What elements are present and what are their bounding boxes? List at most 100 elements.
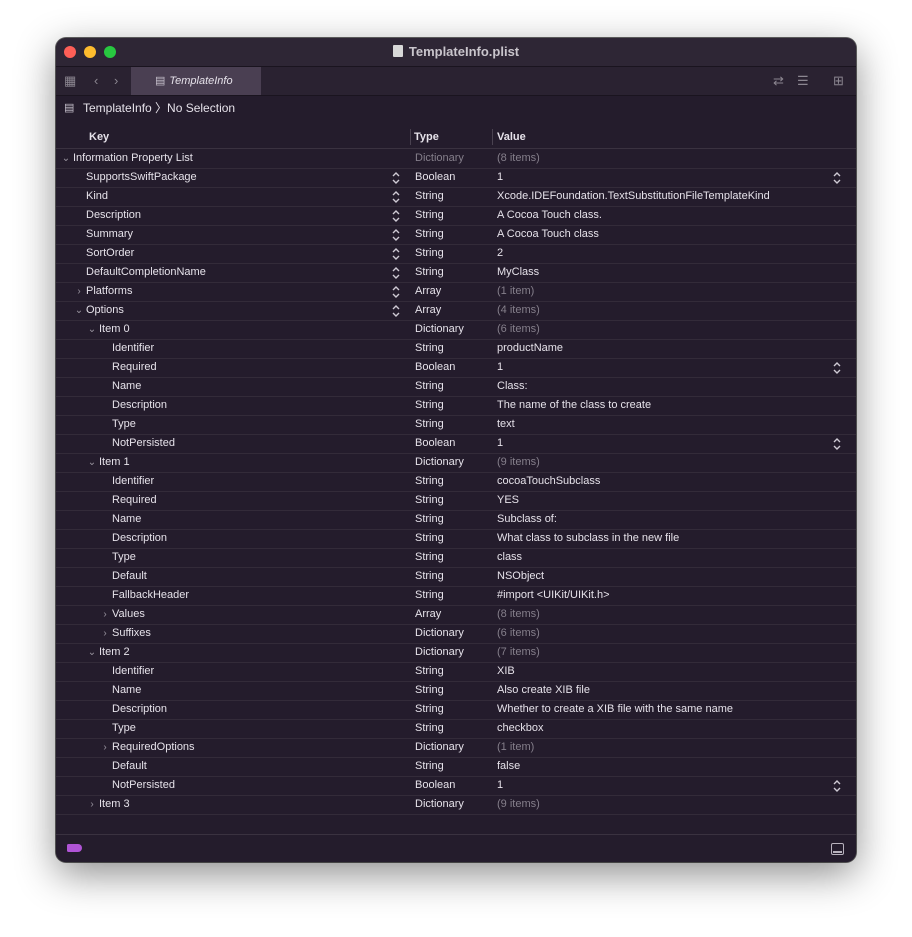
table-row[interactable]: Type String class [56,549,856,568]
row-value[interactable]: MyClass [497,264,539,281]
key-stepper-icon[interactable] [391,246,401,262]
key-stepper-icon[interactable] [391,265,401,281]
disclosure-open-icon[interactable]: ⌄ [87,454,97,471]
row-value[interactable]: (9 items) [497,454,540,471]
tag-icon[interactable] [67,844,82,852]
forward-arrow-icon[interactable]: › [114,73,118,89]
table-row[interactable]: Identifier String cocoaTouchSubclass [56,473,856,492]
row-type[interactable]: Dictionary [415,150,464,167]
row-type[interactable]: String [415,549,444,566]
tab-templateinfo[interactable]: ▤ TemplateInfo [131,67,261,95]
row-value[interactable]: (7 items) [497,644,540,661]
row-type[interactable]: String [415,568,444,585]
row-value[interactable]: 2 [497,245,503,262]
row-key[interactable]: Information Property List [73,150,193,167]
table-row[interactable]: Name String Class: [56,378,856,397]
row-key[interactable]: SupportsSwiftPackage [86,169,197,186]
row-value[interactable]: class [497,549,522,566]
row-key[interactable]: Required [112,492,157,509]
column-divider[interactable] [492,129,493,145]
row-key[interactable]: Name [112,682,141,699]
row-value[interactable]: #import <UIKit/UIKit.h> [497,587,610,604]
row-value[interactable]: false [497,758,520,775]
row-type[interactable]: Array [415,283,441,300]
row-value[interactable]: (6 items) [497,321,540,338]
row-type[interactable]: String [415,397,444,414]
row-type[interactable]: Dictionary [415,796,464,813]
column-divider[interactable] [410,129,411,145]
row-key[interactable]: SortOrder [86,245,134,262]
key-column-header[interactable]: Key [89,126,109,148]
row-key[interactable]: Default [112,758,147,775]
row-key[interactable]: Item 1 [99,454,130,471]
row-value[interactable]: YES [497,492,519,509]
row-key[interactable]: Type [112,720,136,737]
row-type[interactable]: String [415,416,444,433]
row-value[interactable]: cocoaTouchSubclass [497,473,600,490]
row-key[interactable]: Identifier [112,663,154,680]
type-column-header[interactable]: Type [414,126,439,148]
value-column-header[interactable]: Value [497,126,526,148]
table-row[interactable]: Type String checkbox [56,720,856,739]
row-value[interactable]: text [497,416,515,433]
row-key[interactable]: RequiredOptions [112,739,195,756]
row-key[interactable]: Required [112,359,157,376]
row-value[interactable]: checkbox [497,720,543,737]
key-stepper-icon[interactable] [391,208,401,224]
row-value[interactable]: Subclass of: [497,511,557,528]
table-row[interactable]: ⌄ Item 2 Dictionary (7 items) [56,644,856,663]
table-row[interactable]: Identifier String productName [56,340,856,359]
related-items-grid-icon[interactable]: ▦ [64,73,76,89]
row-value[interactable]: (8 items) [497,606,540,623]
row-type[interactable]: String [415,663,444,680]
row-value[interactable]: A Cocoa Touch class [497,226,599,243]
table-row[interactable]: Description String What class to subclass … [56,530,856,549]
row-value[interactable]: Class: [497,378,528,395]
row-value[interactable]: 1 [497,169,503,186]
row-key[interactable]: Summary [86,226,133,243]
disclosure-closed-icon[interactable]: › [100,625,110,642]
row-key[interactable]: Item 3 [99,796,130,813]
row-key[interactable]: Item 0 [99,321,130,338]
table-row[interactable]: DefaultCompletionName String MyClass [56,264,856,283]
disclosure-closed-icon[interactable]: › [87,796,97,813]
table-row[interactable]: ⌄ Item 1 Dictionary (9 items) [56,454,856,473]
row-type[interactable]: Array [415,302,441,319]
row-value[interactable]: 1 [497,435,503,452]
table-row[interactable]: NotPersisted Boolean 1 [56,435,856,454]
row-key[interactable]: NotPersisted [112,777,175,794]
breadcrumb[interactable]: TemplateInfo 〉No Selection [83,96,235,120]
row-type[interactable]: String [415,207,444,224]
row-key[interactable]: Description [112,530,167,547]
table-row[interactable]: Required Boolean 1 [56,359,856,378]
jump-bar[interactable]: ▤ TemplateInfo 〉No Selection [56,96,856,120]
row-key[interactable]: Values [112,606,145,623]
disclosure-open-icon[interactable]: ⌄ [74,302,84,319]
row-type[interactable]: String [415,245,444,262]
row-type[interactable]: String [415,758,444,775]
row-value[interactable]: productName [497,340,563,357]
table-row[interactable]: Default String false [56,758,856,777]
row-type[interactable]: Dictionary [415,625,464,642]
row-type[interactable]: Boolean [415,435,455,452]
row-value[interactable]: XIB [497,663,515,680]
row-type[interactable]: Dictionary [415,321,464,338]
editor-options-icon[interactable]: ☰ [797,73,809,89]
table-row[interactable]: › Item 3 Dictionary (9 items) [56,796,856,815]
table-row[interactable]: SupportsSwiftPackage Boolean 1 [56,169,856,188]
row-value[interactable]: Also create XIB file [497,682,590,699]
table-row[interactable]: › Platforms Array (1 item) [56,283,856,302]
table-row[interactable]: Description String Whether to create a XIB… [56,701,856,720]
row-type[interactable]: Boolean [415,777,455,794]
row-type[interactable]: String [415,701,444,718]
table-row[interactable]: NotPersisted Boolean 1 [56,777,856,796]
key-stepper-icon[interactable] [391,284,401,300]
row-value[interactable]: (6 items) [497,625,540,642]
value-stepper-icon[interactable] [832,436,842,452]
value-stepper-icon[interactable] [832,778,842,794]
key-stepper-icon[interactable] [391,227,401,243]
disclosure-open-icon[interactable]: ⌄ [61,150,71,167]
row-type[interactable]: Boolean [415,169,455,186]
table-row[interactable]: Required String YES [56,492,856,511]
row-type[interactable]: String [415,720,444,737]
